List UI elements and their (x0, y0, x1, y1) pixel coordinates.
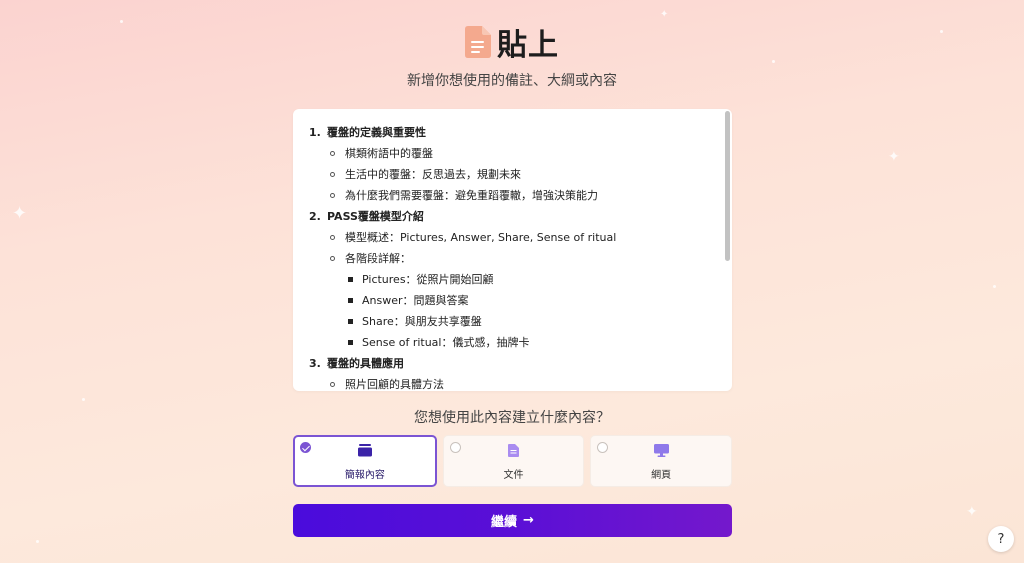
editor-content[interactable]: 1. 覆盤的定義與重要性棋類術語中的覆盤生活中的覆盤：反思過去，規劃未來為什麼我們… (293, 109, 732, 391)
outline-text: 棋類術語中的覆盤 (345, 147, 433, 160)
square-bullet-icon (348, 319, 353, 324)
sparkle-dot (82, 398, 85, 401)
option-radio[interactable] (449, 442, 461, 453)
page-subtitle: 新增你想使用的備註、大綱或內容 (407, 73, 617, 89)
outline-item: 模型概述：Pictures, Answer, Share, Sense of r… (309, 227, 732, 248)
option-document[interactable]: 文件 (442, 435, 585, 487)
sparkle-decoration: ✦ (660, 9, 669, 20)
content-editor[interactable]: 1. 覆盤的定義與重要性棋類術語中的覆盤生活中的覆盤：反思過去，規劃未來為什麼我們… (293, 109, 732, 391)
outline-item: 生活中的覆盤：反思過去，規劃未來 (309, 164, 732, 185)
outline-item: 各階段詳解： (309, 248, 732, 269)
outline-heading: 2. PASS覆盤模型介紹 (309, 206, 732, 227)
outline-text: 覆盤的定義與重要性 (327, 126, 426, 139)
help-button[interactable]: ? (988, 526, 1014, 552)
outline-number: 2. (309, 210, 321, 223)
outline-text: 為什麼我們需要覆盤：避免重蹈覆轍，增強決策能力 (345, 189, 598, 202)
title-row: 貼上 (0, 22, 1024, 63)
document-icon (508, 442, 519, 461)
outline-text: Answer：問題與答案 (362, 294, 469, 307)
outline-item: Answer：問題與答案 (309, 290, 732, 311)
outline-item: Pictures：從照片開始回顧 (309, 269, 732, 290)
hollow-bullet-icon (330, 382, 335, 387)
hollow-bullet-icon (330, 151, 335, 156)
outline-text: 模型概述：Pictures, Answer, Share, Sense of r… (345, 231, 617, 244)
outline-text: 照片回顧的具體方法 (345, 378, 444, 391)
outline-number: 3. (309, 357, 321, 370)
square-bullet-icon (348, 340, 353, 345)
continue-label: 繼續 (491, 515, 518, 530)
outline-text: 覆盤的具體應用 (327, 357, 404, 370)
paste-document-icon (465, 26, 491, 58)
page-title: 貼上 (497, 28, 559, 63)
outline-item: Share：與朋友共享覆盤 (309, 311, 732, 332)
outline-number: 1. (309, 126, 321, 139)
sparkle-dot (36, 540, 39, 543)
outline-item: Sense of ritual：儀式感，抽牌卡 (309, 332, 732, 353)
hollow-bullet-icon (330, 256, 335, 261)
outline-text: Share：與朋友共享覆盤 (362, 315, 482, 328)
output-type-question: 您想使用此內容建立什麼內容？ (414, 410, 610, 426)
square-bullet-icon (348, 298, 353, 303)
option-webpage[interactable]: 網頁 (590, 435, 733, 487)
sparkle-decoration: ✦ (888, 149, 900, 165)
square-bullet-icon (348, 277, 353, 282)
outline-text: Pictures：從照片開始回顧 (362, 273, 494, 286)
sparkle-dot (993, 285, 996, 288)
option-radio[interactable] (597, 442, 609, 453)
outline-item: 照片回顧的具體方法 (309, 374, 732, 391)
outline-heading: 1. 覆盤的定義與重要性 (309, 122, 732, 143)
outline-text: 生活中的覆盤：反思過去，規劃未來 (345, 168, 521, 181)
hollow-bullet-icon (330, 193, 335, 198)
arrow-right-icon: → (523, 513, 534, 528)
sparkle-decoration: ✦ (966, 504, 978, 520)
outline-text: PASS覆盤模型介紹 (327, 210, 424, 223)
hollow-bullet-icon (330, 235, 335, 240)
continue-button[interactable]: 繼續 → (293, 504, 732, 537)
monitor-icon (653, 442, 669, 461)
option-radio-checked[interactable] (300, 442, 311, 453)
outline-heading: 3. 覆盤的具體應用 (309, 353, 732, 374)
outline-text: 各階段詳解： (345, 252, 411, 265)
outline-item: 棋類術語中的覆盤 (309, 143, 732, 164)
presentation-icon (357, 442, 372, 461)
option-label: 簡報內容 (344, 469, 385, 481)
hollow-bullet-icon (330, 172, 335, 177)
question-mark-icon: ? (997, 531, 1005, 547)
option-label: 網頁 (651, 469, 672, 481)
editor-scrollbar[interactable] (725, 111, 730, 261)
output-type-options: 簡報內容 文件 網頁 (293, 435, 733, 487)
page-header: 貼上 新增你想使用的備註、大綱或內容 (0, 22, 1024, 90)
outline-item: 為什麼我們需要覆盤：避免重蹈覆轍，增強決策能力 (309, 185, 732, 206)
outline-text: Sense of ritual：儀式感，抽牌卡 (362, 336, 530, 349)
sparkle-decoration: ✦ (12, 203, 28, 224)
option-label: 文件 (503, 469, 524, 481)
option-presentation[interactable]: 簡報內容 (293, 435, 437, 487)
